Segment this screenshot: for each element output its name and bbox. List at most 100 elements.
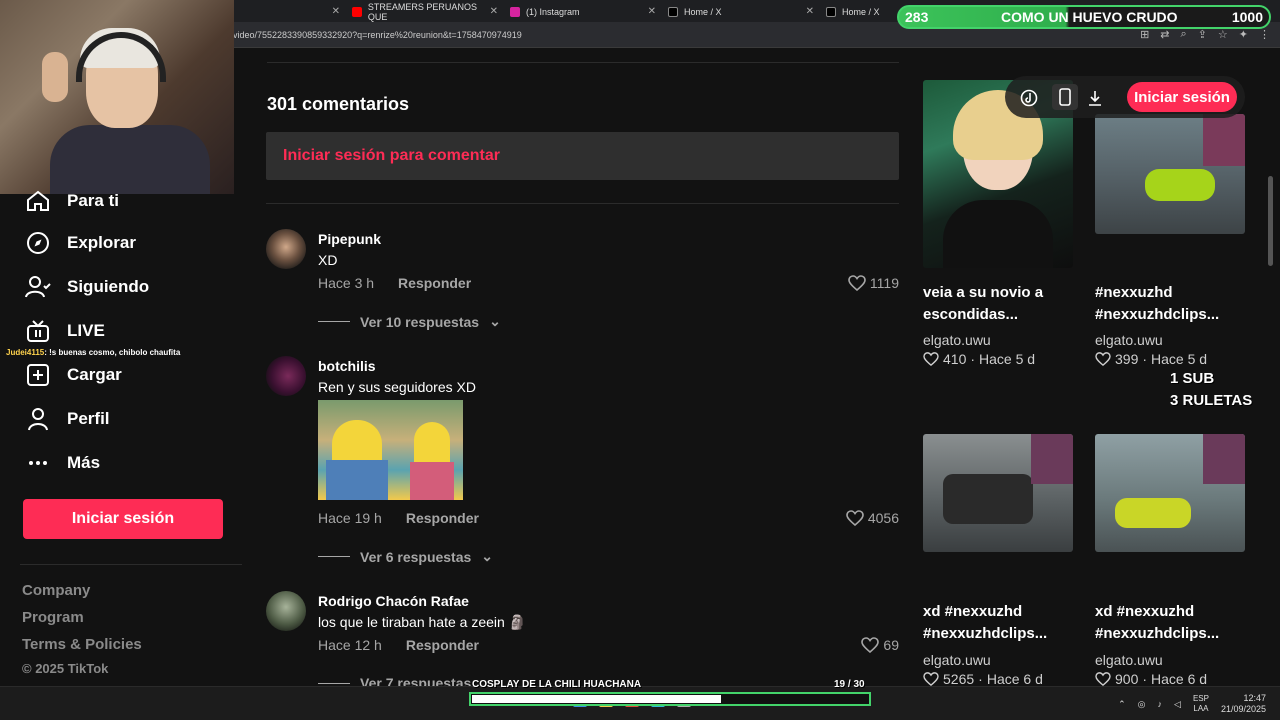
reply-button[interactable]: Responder	[406, 637, 479, 653]
footer-link-terms[interactable]: Terms & Policies	[22, 636, 142, 653]
zoom-icon[interactable]: ⌕	[1181, 28, 1187, 41]
language-indicator[interactable]: ESP LAA	[1193, 694, 1209, 714]
comment-item: botchilis Ren y sus seguidores XD Hace 1…	[266, 356, 899, 576]
comment-text: Ren y sus seguidores XD	[318, 379, 476, 395]
tab-label: Home / X	[684, 6, 722, 17]
menu-dots-icon[interactable]: ⋮	[1259, 28, 1270, 41]
reply-button[interactable]: Responder	[398, 275, 471, 291]
share-icon[interactable]: ⇪	[1198, 28, 1207, 41]
video-age: Hace 5 d	[1151, 351, 1208, 367]
video-age: Hace 6 d	[986, 671, 1043, 687]
video-title[interactable]: veia a su novio a escondidas...	[923, 282, 1083, 326]
like-button[interactable]: 4056	[846, 510, 899, 526]
footer-link-company[interactable]: Company	[22, 582, 90, 599]
video-author[interactable]: elgato.uwu	[1095, 652, 1163, 668]
video-age: Hace 6 d	[1151, 671, 1208, 687]
close-icon[interactable]: ✕	[332, 6, 340, 17]
comments-count: 301 comentarios	[267, 94, 410, 114]
comment-text: XD	[318, 252, 338, 268]
avatar[interactable]	[266, 229, 306, 269]
like-button[interactable]: 69	[861, 637, 899, 653]
comment-image[interactable]	[318, 400, 463, 500]
comment-login-prompt[interactable]: Iniciar sesión para comentar	[266, 132, 899, 180]
video-author[interactable]: elgato.uwu	[1095, 332, 1163, 348]
sidebar-item-perfil[interactable]: Perfil	[24, 404, 110, 434]
avatar[interactable]	[266, 356, 306, 396]
heart-icon	[1095, 672, 1111, 686]
video-title[interactable]: #nexxuzhd #nexxuzhdclips...	[1095, 282, 1255, 326]
header-login-button[interactable]: Iniciar sesión	[1127, 82, 1237, 112]
chevron-up-icon[interactable]: ⌃	[1118, 699, 1126, 710]
sidebar-item-cargar[interactable]: Cargar	[24, 360, 122, 390]
instagram-icon	[510, 6, 520, 17]
download-icon[interactable]	[1085, 88, 1105, 108]
avatar[interactable]	[266, 591, 306, 631]
view-replies-button[interactable]: Ver 10 respuestas ⌄	[318, 313, 501, 330]
reply-button[interactable]: Responder	[406, 510, 479, 526]
network-icon[interactable]: ◎	[1138, 699, 1146, 710]
sidebar-item-live[interactable]: LIVE	[24, 316, 105, 346]
goal-current: 283	[905, 9, 929, 25]
close-icon[interactable]: ✕	[490, 6, 498, 17]
heart-icon	[1095, 352, 1111, 366]
video-thumbnail[interactable]	[1095, 434, 1245, 552]
divider	[318, 556, 350, 557]
url-text[interactable]: video/7552283390859332920?q=renrize%20re…	[233, 30, 522, 40]
thumbnail-car	[1115, 498, 1191, 528]
video-author[interactable]: elgato.uwu	[923, 652, 991, 668]
browser-tab-x-2[interactable]: Home / X	[820, 3, 898, 20]
comment-meta: Hace 19 h Responder	[318, 510, 479, 526]
browser-tab-instagram[interactable]: (1) Instagram ✕	[504, 3, 662, 20]
sidebar-item-siguiendo[interactable]: Siguiendo	[24, 272, 149, 302]
video-stats: 5265 · Hace 6 d	[923, 671, 1043, 687]
browser-tab-youtube[interactable]: STREAMERS PERUANOS QUE ✕	[346, 2, 504, 22]
browser-tab-x-1[interactable]: Home / X ✕	[662, 3, 820, 20]
divider	[318, 321, 350, 322]
extensions-icon[interactable]: ✦	[1239, 28, 1248, 41]
tab-label: Home / X	[842, 6, 880, 17]
comment-username[interactable]: Rodrigo Chacón Rafae	[318, 593, 469, 609]
sidebar-item-label: Siguiendo	[67, 277, 150, 296]
comment-time: Hace 3 h	[318, 275, 375, 291]
stream-sub-goal: 1 SUB 3 RULETAS	[1170, 368, 1252, 412]
comment-username[interactable]: botchilis	[318, 358, 376, 374]
view-replies-button[interactable]: Ver 6 respuestas ⌄	[318, 548, 493, 565]
chevron-down-icon: ⌄	[489, 313, 501, 329]
sidebar-item-explorar[interactable]: Explorar	[24, 228, 136, 258]
comment-username[interactable]: Pipepunk	[318, 231, 381, 247]
home-icon	[24, 187, 52, 215]
video-thumbnail[interactable]	[923, 434, 1073, 552]
clock-time: 12:47	[1243, 693, 1266, 703]
login-button[interactable]: Iniciar sesión	[23, 499, 223, 539]
progress-label: COSPLAY DE LA CHILI HUACHANA	[472, 679, 642, 690]
sidebar-item-para-ti[interactable]: Para ti	[24, 186, 119, 216]
speaker-icon[interactable]: ◁	[1174, 699, 1181, 710]
device-icon[interactable]	[1052, 84, 1078, 110]
comment-item: Pipepunk XD Hace 3 h Responder 1119 Ver …	[266, 229, 899, 330]
tiktok-coin-icon[interactable]	[1019, 88, 1039, 108]
video-thumbnail[interactable]	[1095, 114, 1245, 234]
video-author[interactable]: elgato.uwu	[923, 332, 991, 348]
footer-link-program[interactable]: Program	[22, 609, 84, 626]
view-replies-label: Ver 6 respuestas	[360, 548, 472, 565]
close-icon[interactable]: ✕	[648, 6, 656, 17]
scrollbar-thumb[interactable]	[1268, 176, 1273, 266]
progress-bar	[469, 692, 871, 706]
chat-username: Judei4115	[6, 348, 45, 357]
thumbnail-body	[943, 200, 1053, 268]
stream-chat-line: Judei4115: !s buenas cosmo, chibolo chau…	[6, 348, 180, 357]
grid-icon[interactable]: ⊞	[1140, 28, 1149, 41]
close-icon[interactable]: ✕	[806, 6, 814, 17]
divider	[267, 62, 899, 63]
clock[interactable]: 12:47 21/09/2025	[1221, 693, 1266, 715]
sidebar-item-mas[interactable]: Más	[24, 448, 100, 478]
translate-icon[interactable]: ⇄	[1160, 28, 1169, 41]
video-title[interactable]: xd #nexxuzhd #nexxuzhdclips...	[1095, 601, 1255, 645]
star-icon[interactable]: ☆	[1218, 28, 1228, 41]
like-button[interactable]: 1119	[848, 275, 899, 291]
browser-tab-tiktok[interactable]: ✕	[228, 3, 346, 20]
mic-icon[interactable]: ♪	[1158, 699, 1163, 709]
video-title[interactable]: xd #nexxuzhd #nexxuzhdclips...	[923, 601, 1083, 645]
like-count: 4056	[867, 510, 899, 526]
heart-icon	[846, 510, 864, 526]
